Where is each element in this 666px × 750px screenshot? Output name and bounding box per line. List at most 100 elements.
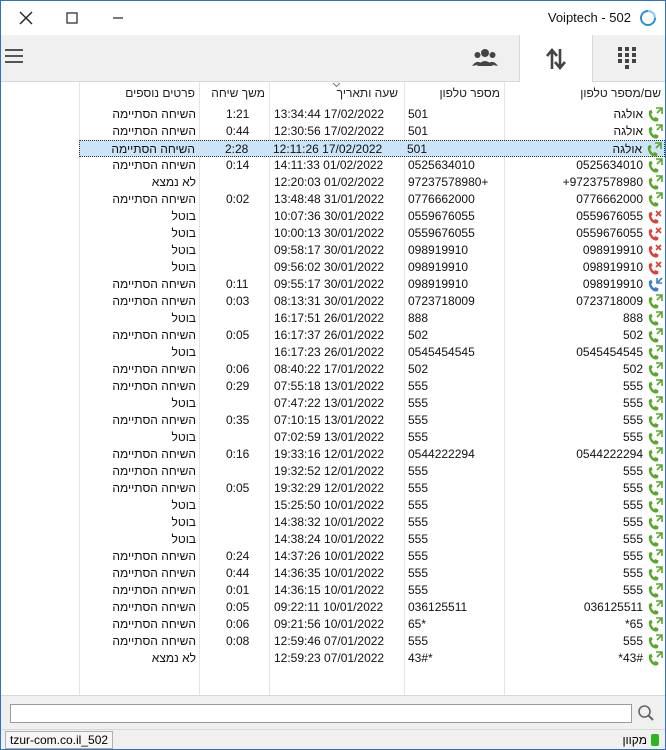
header-datetime[interactable]: שעה ותאריך <box>270 82 404 104</box>
cell-name-text: 0545454545 <box>576 345 643 359</box>
menu-button[interactable] <box>5 44 29 68</box>
table-row[interactable]: 502 502 16:17:37 26/01/2022 0:05 השיחה הסתיי… <box>79 327 665 344</box>
cell-name-text: 555 <box>622 481 643 495</box>
app-logo-icon <box>640 10 656 26</box>
cell-name: 0545454545 <box>505 344 665 361</box>
cell-duration <box>200 225 270 242</box>
cell-name-text: 0544222294 <box>576 447 643 461</box>
table-row[interactable]: 0776662000 0776662000 13:48:48 31/01/2022 0… <box>79 191 665 208</box>
table-row[interactable]: 43#* 43#* 12:59:23 07/01/2022 לא נמצא <box>79 650 665 667</box>
presence-indicator[interactable]: מקוון <box>622 732 659 748</box>
cell-name-text: 0525634010 <box>576 158 643 172</box>
cell-name-text: 65* <box>624 617 643 631</box>
cell-phone: 97237578980+ <box>408 175 489 189</box>
cell-details: לא נמצא <box>151 651 196 665</box>
table-row[interactable]: 0723718009 0723718009 08:13:31 30/01/2022 0… <box>79 293 665 310</box>
cell-phone: 555 <box>408 396 429 410</box>
tab-calls[interactable] <box>519 35 593 82</box>
cell-duration: 0:05 <box>226 481 250 495</box>
table-row[interactable]: 036125511 036125511 09:22:11 10/01/2022 0:0… <box>79 599 665 616</box>
header-details[interactable]: פרטים נוספים <box>80 82 199 104</box>
tab-contacts[interactable] <box>449 35 521 81</box>
cell-details: השיחה הסתיימה <box>112 481 196 495</box>
cell-datetime: 12:20:03 01/02/2022 <box>274 175 385 189</box>
cell-phone: 0545454545 <box>408 345 475 359</box>
cell-datetime: 16:17:23 26/01/2022 <box>274 345 385 359</box>
close-button[interactable] <box>3 1 49 35</box>
call-out-icon <box>648 549 663 564</box>
cell-duration <box>200 242 270 259</box>
table-row[interactable]: 555 555 12:59:46 07/01/2022 0:08 השיחה הסתיי… <box>79 633 665 650</box>
cell-name-text: אולגה <box>613 107 643 121</box>
cell-duration: 2:28 <box>225 142 249 156</box>
cell-name-text: 0559676055 <box>576 226 643 240</box>
tab-dialpad[interactable] <box>591 35 663 81</box>
table-row[interactable]: 098919910 098919910 09:55:17 30/01/2022 0:1… <box>79 276 665 293</box>
table-row[interactable]: אולגה 501 12:30:56 17/02/2022 0:44 השיחה הסת… <box>79 123 665 140</box>
cell-datetime: 14:36:35 10/01/2022 <box>274 566 385 580</box>
call-out-icon <box>648 328 663 343</box>
cell-datetime: 14:11:33 01/02/2022 <box>274 158 384 172</box>
call-out-icon <box>648 447 663 462</box>
search-input[interactable] <box>10 704 632 723</box>
cell-datetime: 12:59:46 07/01/2022 <box>274 634 385 648</box>
cell-duration <box>200 429 270 446</box>
cell-details: השיחה הסתיימה <box>112 464 196 478</box>
search-icon[interactable] <box>637 704 655 722</box>
table-row[interactable]: 555 555 07:02:59 13/01/2022 בוטל <box>79 429 665 446</box>
maximize-button[interactable] <box>49 1 95 35</box>
cell-datetime: 07:02:59 13/01/2022 <box>274 430 385 444</box>
table-row[interactable]: 555 555 14:36:35 10/01/2022 0:44 השיחה הסתיי… <box>79 565 665 582</box>
table-row[interactable]: 555 555 07:47:22 13/01/2022 בוטל <box>79 395 665 412</box>
call-missed-icon <box>648 227 662 241</box>
table-row[interactable]: 97237578980+ 97237578980+ 12:20:03 01/02/2… <box>79 174 665 191</box>
header-name[interactable]: שם/מספר טלפון <box>504 82 665 104</box>
call-out-icon <box>648 651 663 666</box>
cell-datetime: 12:30:56 17/02/2022 <box>274 124 385 138</box>
cell-name: 555 <box>505 548 665 565</box>
cell-name: 555 <box>505 531 665 548</box>
table-row[interactable]: 555 555 14:38:32 10/01/2022 בוטל <box>79 514 665 531</box>
table-row[interactable]: 555 555 07:55:18 13/01/2022 0:29 השיחה הסתיי… <box>79 378 665 395</box>
table-row[interactable]: 555 555 19:32:52 12/01/2022 השיחה הסתיימה <box>79 463 665 480</box>
cell-duration <box>200 531 270 548</box>
call-out-icon <box>648 158 663 173</box>
header-phone[interactable]: מספר טלפון <box>405 82 504 104</box>
cell-name: 555 <box>505 514 665 531</box>
table-row[interactable]: 098919910 098919910 09:58:17 30/01/2022 בוט… <box>79 242 665 259</box>
table-row[interactable]: אולגה 501 13:34:44 17/02/2022 1:21 השיחה הסת… <box>79 106 665 123</box>
table-row[interactable]: 555 555 15:25:50 10/01/2022 בוטל <box>79 497 665 514</box>
table-row[interactable]: 888 888 16:17:51 26/01/2022 בוטל <box>79 310 665 327</box>
cell-name: 65* <box>505 616 665 633</box>
cell-duration <box>200 650 270 667</box>
table-row[interactable]: 0559676055 0559676055 10:07:36 30/01/2022 ב… <box>79 208 665 225</box>
table-row[interactable]: 555 555 14:36:15 10/01/2022 0:01 השיחה הסתיי… <box>79 582 665 599</box>
table-row[interactable]: 0525634010 0525634010 14:11:33 01/02/2022 0… <box>79 157 665 174</box>
cell-name-text: 888 <box>622 311 643 325</box>
table-row[interactable]: 65* 65* 09:21:56 10/01/2022 0:06 השיחה הסתיי… <box>79 616 665 633</box>
call-out-icon <box>648 294 663 309</box>
cell-name: 555 <box>505 429 665 446</box>
cell-phone: 555 <box>408 498 429 512</box>
table-row[interactable]: 098919910 098919910 09:56:02 30/01/2022 בוט… <box>79 259 665 276</box>
call-out-icon <box>648 464 663 479</box>
cell-name: 555 <box>505 412 665 429</box>
table-row[interactable]: אולגה 501 12:11:26 17/02/2022 2:28 השיחה הסת… <box>79 140 665 157</box>
table-row[interactable]: 0544222294 0544222294 19:33:16 12/01/2022 0… <box>79 446 665 463</box>
cell-name-text: אולגה <box>613 124 643 138</box>
table-row[interactable]: 555 555 14:38:24 10/01/2022 בוטל <box>79 531 665 548</box>
table-row[interactable]: 0545454545 0545454545 16:17:23 26/01/2022 ב… <box>79 344 665 361</box>
cell-name-text: 555 <box>622 413 643 427</box>
cell-details: בוטל <box>171 345 197 359</box>
minimize-button[interactable] <box>95 1 141 35</box>
table-row[interactable]: 0559676055 0559676055 10:00:13 30/01/2022 ב… <box>79 225 665 242</box>
header-duration[interactable]: משך שיחה <box>200 82 269 104</box>
account-label: tzur-com.co.il_502 <box>5 731 114 749</box>
cell-datetime: 09:21:56 10/01/2022 <box>274 617 385 631</box>
cell-datetime: 08:13:31 30/01/2022 <box>274 294 385 308</box>
table-row[interactable]: 555 555 19:32:29 12/01/2022 0:05 השיחה הסתיי… <box>79 480 665 497</box>
table-row[interactable]: 555 555 14:37:26 10/01/2022 0:24 השיחה הסתיי… <box>79 548 665 565</box>
table-row[interactable]: 502 502 08:40:22 17/01/2022 0:06 השיחה הסתיי… <box>79 361 665 378</box>
table-row[interactable]: 555 555 07:10:15 13/01/2022 0:35 השיחה הסתיי… <box>79 412 665 429</box>
cell-name: 555 <box>505 497 665 514</box>
